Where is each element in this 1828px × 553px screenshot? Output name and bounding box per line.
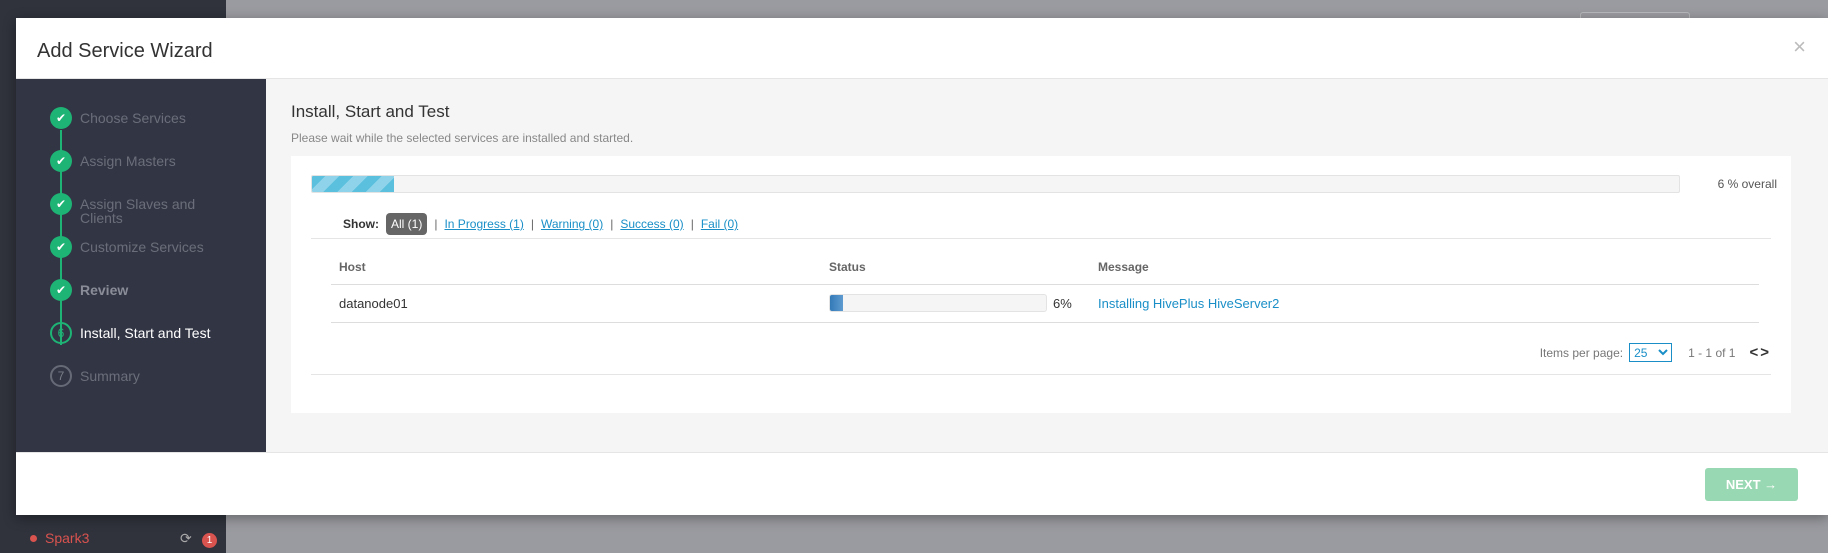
modal-title: Add Service Wizard [37,40,213,62]
items-per-page-label: Items per page: [1539,345,1624,360]
status-cell: 6% [821,284,1090,323]
check-icon: ✔ [50,236,72,258]
host-progress-bar [829,294,1047,312]
column-header-host: Host [331,247,821,285]
wizard-steps-nav: ✔ Choose Services ✔ Assign Masters ✔ Ass… [16,79,266,452]
wizard-step-label: Assign Masters [80,153,176,169]
wizard-step-choose-services: ✔ Choose Services [50,107,220,129]
items-per-page-select[interactable]: 25 [1629,343,1673,362]
divider [311,374,1771,375]
table-row: datanode01 6% Installing HivePlus HiveSe… [331,284,1759,323]
step-number: 7 [50,365,72,387]
filter-separator: | [434,217,438,231]
alert-badge: 1 [202,533,217,548]
background-service-item: Spark3 [30,530,89,546]
page-subtitle: Please wait while the selected services … [291,131,634,145]
wizard-step-summary: 7 Summary [50,365,220,387]
wizard-step-install-start-test: 6 Install, Start and Test [50,322,220,344]
column-header-status: Status [821,247,1090,285]
wizard-step-label: Customize Services [80,239,204,255]
wizard-step-label: Choose Services [80,110,186,126]
pagination: Items per page: 25 1 - 1 of 1 <> [1540,343,1771,362]
host-progress-fill [830,295,843,311]
host-status-table: Host Status Message datanode01 6% Instal… [331,247,1759,323]
page-title: Install, Start and Test [291,102,450,121]
background-service-name: Spark3 [45,530,90,546]
wizard-step-label: Review [80,282,129,298]
overall-progress-fill [312,176,395,192]
column-header-message: Message [1090,247,1759,285]
step-number: 6 [50,322,72,344]
check-icon: ✔ [50,279,72,301]
filter-success[interactable]: Success (0) [620,217,683,231]
host-progress-label: 6% [1053,295,1072,311]
table-header-row: Host Status Message [331,247,1759,285]
modal-footer: NEXT → [16,452,1828,515]
filter-all[interactable]: All (1) [386,213,428,235]
wizard-step-assign-slaves: ✔ Assign Slaves and Clients [50,193,220,225]
modal-body: ✔ Choose Services ✔ Assign Masters ✔ Ass… [16,79,1828,452]
refresh-icon: ⟳ [180,530,192,546]
filter-separator: | [610,217,614,231]
check-icon: ✔ [50,107,72,129]
wizard-step-review: ✔ Review [50,279,220,301]
wizard-content: Install, Start and Test Please wait whil… [266,79,1828,452]
pagination-arrows: <> [1749,344,1771,361]
divider [311,238,1771,239]
close-icon[interactable]: × [1793,36,1806,58]
modal-header: Add Service Wizard × [16,18,1828,79]
wizard-step-label: Install, Start and Test [80,325,211,341]
chevron-right-icon[interactable]: > [1760,344,1771,361]
install-progress-panel: 6 % overall Show: All (1) | In Progress … [291,156,1791,413]
filter-warning[interactable]: Warning (0) [541,217,603,231]
status-filters: Show: All (1) | In Progress (1) | Warnin… [343,213,738,235]
add-service-wizard-modal: Add Service Wizard × ✔ Choose Services ✔… [16,18,1828,515]
check-icon: ✔ [50,150,72,172]
message-link[interactable]: Installing HivePlus HiveServer2 [1098,296,1279,311]
wizard-step-label: Summary [80,368,140,384]
host-cell: datanode01 [331,284,821,323]
filter-show-label: Show: [343,217,379,231]
check-icon: ✔ [50,193,72,215]
message-cell: Installing HivePlus HiveServer2 [1090,284,1759,323]
wizard-step-label: Assign Slaves and Clients [80,196,196,226]
pagination-range: 1 - 1 of 1 [1688,345,1736,360]
overall-progress-bar [311,175,1680,193]
chevron-left-icon[interactable]: < [1749,344,1760,361]
filter-in-progress[interactable]: In Progress (1) [444,217,523,231]
next-button[interactable]: NEXT → [1705,468,1798,501]
filter-fail[interactable]: Fail (0) [701,217,738,231]
status-dot-icon [30,534,37,542]
wizard-step-assign-masters: ✔ Assign Masters [50,150,220,172]
filter-separator: | [530,217,534,231]
wizard-step-customize-services: ✔ Customize Services [50,236,220,258]
filter-separator: | [690,217,694,231]
overall-progress-label: 6 % overall [1717,177,1777,191]
